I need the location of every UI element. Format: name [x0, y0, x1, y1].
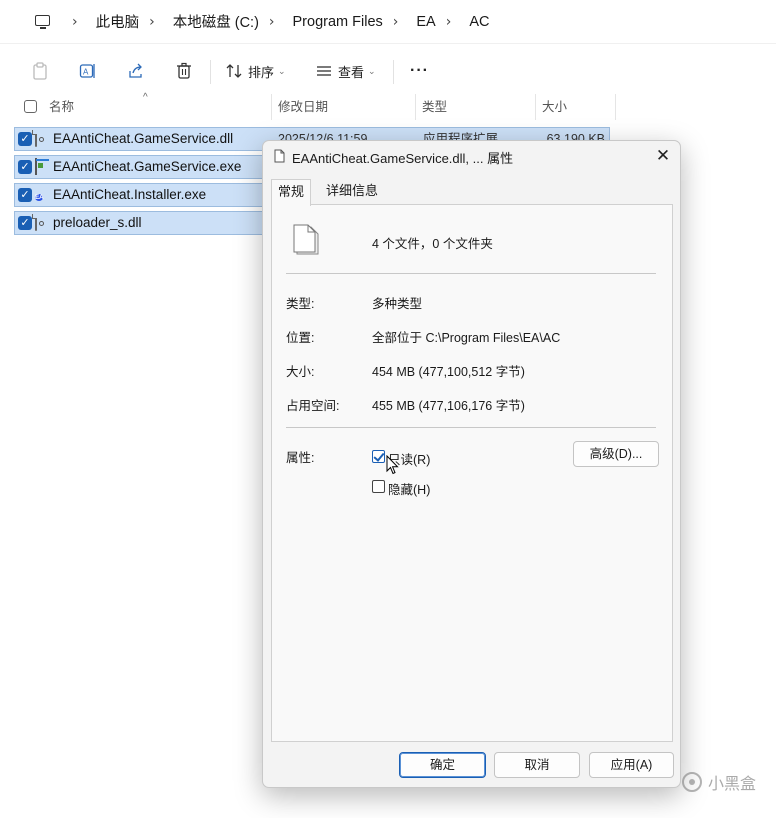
- row-checkbox[interactable]: ✓: [18, 216, 32, 230]
- watermark-text: 小黑盒: [707, 774, 756, 793]
- trash-icon: [177, 62, 191, 79]
- chevron-right-icon[interactable]: ›: [269, 14, 275, 30]
- watermark-logo-icon: [681, 772, 702, 792]
- properties-dialog: EAAntiCheat.GameService.dll, ... 属性 ✕ 常规…: [262, 140, 681, 788]
- toolbar-divider: [393, 60, 394, 84]
- cancel-button[interactable]: 取消: [494, 752, 580, 778]
- breadcrumb-ac[interactable]: AC: [465, 11, 493, 33]
- command-bar: A 排序 ⌄ 查看 ⌄ ···: [0, 52, 776, 90]
- type-label: 类型:: [286, 297, 315, 311]
- breadcrumb-program-files[interactable]: Program Files: [289, 11, 387, 33]
- advanced-button[interactable]: 高级(D)...: [573, 441, 659, 467]
- column-header: ^ 名称 修改日期 类型 大小: [0, 92, 776, 120]
- dialog-titlebar[interactable]: EAAntiCheat.GameService.dll, ... 属性 ✕: [263, 141, 680, 171]
- file-name: preloader_s.dll: [53, 215, 142, 230]
- document-icon: [274, 149, 285, 166]
- svg-text:A: A: [83, 68, 89, 77]
- location-label: 位置:: [286, 331, 315, 345]
- select-all-checkbox[interactable]: [24, 100, 37, 113]
- hidden-checkbox[interactable]: [372, 480, 385, 493]
- close-icon[interactable]: ✕: [652, 145, 674, 167]
- general-tab-panel: 4 个文件，0 个文件夹 类型: 多种类型 位置: 全部位于 C:\Progra…: [271, 204, 673, 742]
- size-value: 454 MB (477,100,512 字节): [372, 365, 525, 379]
- size-on-disk-value: 455 MB (477,106,176 字节): [372, 399, 525, 413]
- dll-file-icon: [35, 214, 49, 232]
- column-type[interactable]: 类型: [416, 94, 536, 120]
- exe-file-icon: [35, 158, 49, 176]
- readonly-checkbox[interactable]: [372, 450, 385, 463]
- address-bar[interactable]: › 此电脑 › 本地磁盘 (C:) › Program Files › EA ›…: [0, 0, 776, 44]
- breadcrumb-local-disk[interactable]: 本地磁盘 (C:): [169, 8, 263, 35]
- file-name: EAAntiCheat.Installer.exe: [53, 187, 207, 202]
- sort-label: 排序: [248, 64, 275, 80]
- size-label: 大小:: [286, 365, 315, 379]
- column-date[interactable]: 修改日期: [272, 94, 416, 120]
- chevron-right-icon[interactable]: ›: [149, 14, 155, 30]
- view-label: 查看: [338, 64, 365, 80]
- breadcrumb-ea[interactable]: EA: [412, 11, 439, 33]
- more-options-button[interactable]: ···: [410, 60, 429, 82]
- file-name: EAAntiCheat.GameService.dll: [53, 131, 234, 146]
- rename-button[interactable]: A: [79, 60, 97, 82]
- toolbar-divider: [210, 60, 211, 84]
- type-value: 多种类型: [372, 297, 423, 311]
- ok-button[interactable]: 确定: [399, 752, 486, 778]
- tab-details[interactable]: 详细信息: [320, 179, 384, 205]
- row-checkbox[interactable]: ✓: [18, 188, 32, 202]
- row-checkbox[interactable]: ✓: [18, 160, 32, 174]
- breadcrumb-this-pc[interactable]: 此电脑: [92, 8, 144, 35]
- chevron-right-icon[interactable]: ›: [446, 14, 452, 30]
- row-checkbox[interactable]: ✓: [18, 132, 32, 146]
- apply-button[interactable]: 应用(A): [589, 752, 674, 778]
- dll-file-icon: [35, 130, 49, 148]
- selection-summary: 4 个文件，0 个文件夹: [372, 237, 493, 251]
- column-name[interactable]: 名称: [43, 94, 272, 120]
- size-on-disk-label: 占用空间:: [286, 399, 340, 413]
- dialog-title: EAAntiCheat.GameService.dll, ... 属性: [292, 151, 514, 166]
- divider: [286, 427, 656, 428]
- ea-logo-icon: EA: [35, 194, 44, 201]
- hidden-label[interactable]: 隐藏(H): [388, 479, 430, 498]
- this-pc-icon[interactable]: [34, 14, 52, 30]
- chevron-right-icon[interactable]: ›: [393, 14, 399, 30]
- rename-icon: A: [79, 64, 95, 78]
- attributes-label: 属性:: [286, 451, 315, 465]
- paste-button[interactable]: [32, 60, 48, 82]
- sort-button[interactable]: 排序 ⌄: [226, 60, 286, 82]
- location-value: 全部位于 C:\Program Files\EA\AC: [372, 331, 561, 345]
- share-icon: [129, 63, 142, 78]
- tab-general[interactable]: 常规: [271, 179, 312, 206]
- watermark: 小黑盒: [681, 770, 756, 794]
- mouse-cursor-icon: [386, 454, 399, 478]
- chevron-right-icon[interactable]: ›: [72, 14, 78, 30]
- view-button[interactable]: 查看 ⌄: [316, 60, 376, 82]
- delete-button[interactable]: [176, 60, 192, 82]
- chevron-down-icon: ⌄: [278, 65, 286, 76]
- view-list-icon: [317, 66, 331, 76]
- divider: [286, 273, 656, 274]
- share-button[interactable]: [127, 60, 145, 82]
- paste-icon: [33, 62, 47, 80]
- dialog-tabs: 常规 详细信息: [271, 179, 673, 206]
- column-size[interactable]: 大小: [536, 94, 616, 120]
- chevron-down-icon: ⌄: [368, 65, 376, 76]
- multiple-files-icon: [292, 223, 322, 260]
- sort-icon: [226, 64, 242, 78]
- file-name: EAAntiCheat.GameService.exe: [53, 159, 242, 174]
